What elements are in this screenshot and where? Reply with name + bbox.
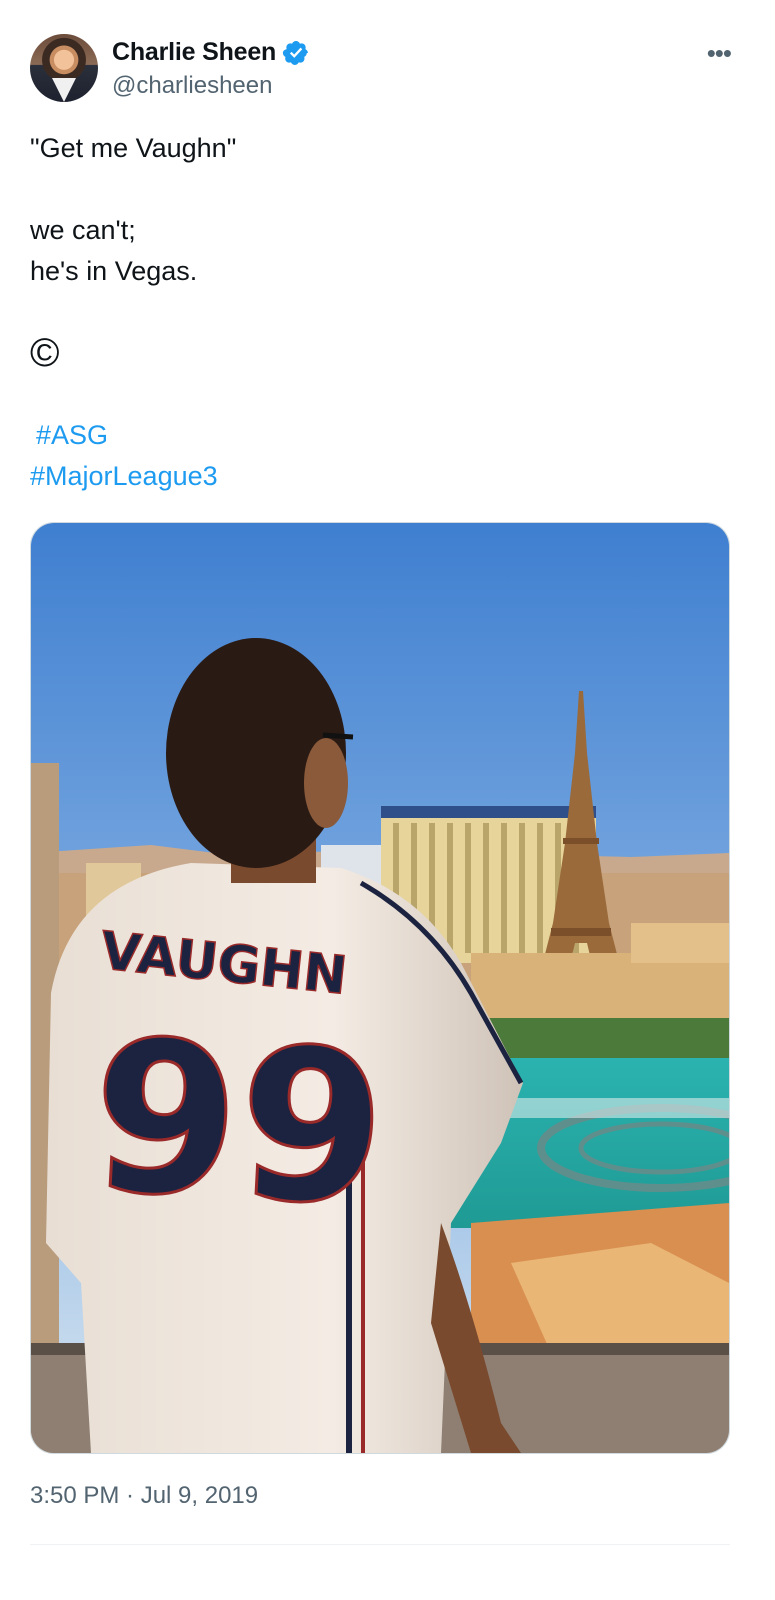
author-handle[interactable]: @charliesheen — [112, 72, 272, 100]
tweet-timestamp[interactable]: 3:50 PM · Jul 9, 2019 — [30, 1482, 258, 1510]
photo-illustration: VAUGHN 99 — [31, 523, 729, 1453]
tweet-photo[interactable]: VAUGHN 99 — [30, 522, 730, 1454]
tweet-line: we can't; — [30, 215, 136, 245]
verified-badge-icon — [283, 40, 309, 65]
author-display-name[interactable]: Charlie Sheen — [112, 38, 276, 67]
tweet-text: "Get me Vaughn" we can't; he's in Vegas.… — [30, 128, 745, 497]
jersey-number: 99 — [86, 993, 391, 1253]
author-name-row: Charlie Sheen — [112, 38, 310, 67]
tweet-header: Charlie Sheen @charliesheen ••• — [30, 34, 745, 104]
tweet-line: he's in Vegas. — [30, 256, 198, 286]
hashtag-link[interactable]: #MajorLeague3 — [30, 456, 218, 497]
tweet-line: "Get me Vaughn" — [30, 133, 237, 163]
hashtag-link[interactable]: #ASG — [36, 415, 108, 456]
divider — [30, 1544, 730, 1545]
more-options-icon[interactable]: ••• — [707, 38, 732, 69]
copyright-symbol: © — [30, 331, 60, 375]
avatar[interactable] — [30, 34, 98, 102]
